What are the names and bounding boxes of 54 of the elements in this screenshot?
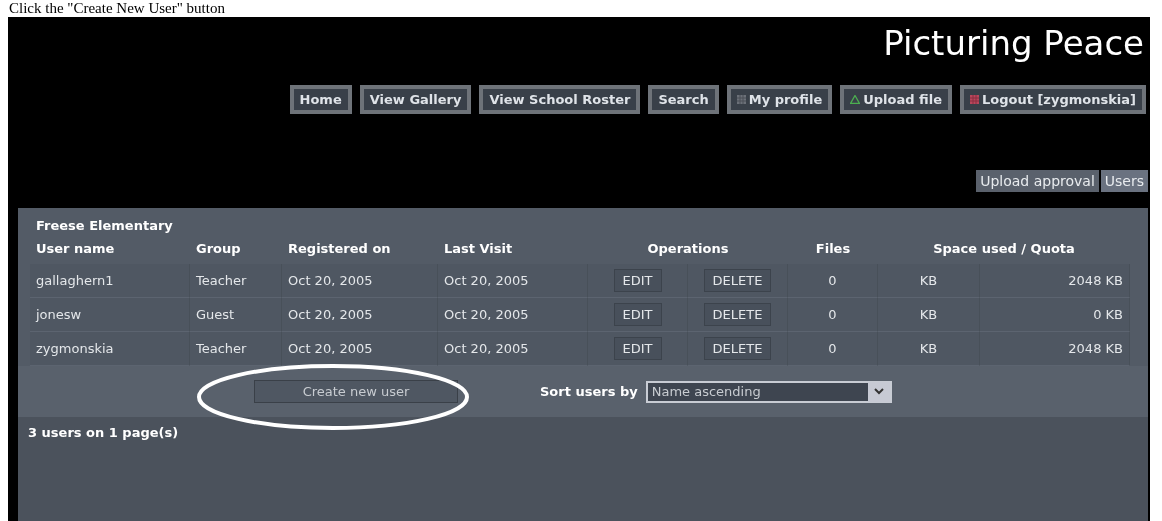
create-user-button[interactable]: Create new user (254, 380, 458, 403)
table-cell: KB (878, 298, 980, 332)
table-cell: Teacher (190, 332, 282, 366)
table-cell: Oct 20, 2005 (438, 332, 588, 366)
square-icon (969, 95, 979, 104)
table-cell: 2048 KB (980, 264, 1130, 298)
caption-text: Click the "Create New User" button (8, 0, 226, 17)
table-cell: KB (878, 264, 980, 298)
column-header: Space used / Quota (932, 240, 1076, 258)
table-cell: 0 (788, 332, 878, 366)
column-header: Group (195, 240, 242, 258)
delete-button[interactable]: DELETE (703, 303, 772, 326)
grid-icon (736, 95, 746, 104)
table-cell: KB (878, 332, 980, 366)
status-text: 3 users on 1 page(s) (18, 417, 1148, 521)
column-header: Last Visit (443, 240, 514, 258)
column-header: User name (35, 240, 116, 258)
table-cell: gallaghern1 (30, 264, 190, 298)
nav-button[interactable]: Search (648, 85, 719, 114)
nav-button[interactable]: View School Roster (479, 85, 641, 114)
table-cell: 0 KB (980, 298, 1130, 332)
nav-button[interactable]: Upload file (840, 85, 952, 114)
table-cell: 0 (788, 298, 878, 332)
edit-button[interactable]: EDIT (613, 303, 662, 326)
column-header: Files (814, 240, 852, 258)
column-header: Operations (646, 240, 730, 258)
sort-dropdown[interactable]: Name ascending (645, 380, 892, 403)
table-cell: zygmonskia (30, 332, 190, 366)
table-cell: 2048 KB (980, 332, 1130, 366)
table-cell: Oct 20, 2005 (282, 264, 438, 298)
caret-icon (873, 388, 884, 395)
table-cell: Guest (190, 298, 282, 332)
nav-button[interactable]: Logout [zygmonskia] (959, 85, 1146, 114)
table-cell: Oct 20, 2005 (282, 332, 438, 366)
table-cell: Oct 20, 2005 (438, 264, 588, 298)
triangle-icon (850, 95, 861, 104)
edit-button[interactable]: EDIT (613, 337, 662, 360)
table-cell: Oct 20, 2005 (438, 298, 588, 332)
nav-button[interactable]: My profile (726, 85, 833, 114)
table-cell: Oct 20, 2005 (282, 298, 438, 332)
sort-label: Sort users by (540, 384, 638, 399)
table-cell: 0 (788, 264, 878, 298)
table-cell: jonesw (30, 298, 190, 332)
nav-button[interactable]: View Gallery (359, 85, 472, 114)
column-header: Registered on (287, 240, 392, 258)
site-title: Picturing Peace (883, 22, 1145, 63)
tab[interactable]: Upload approval (976, 170, 1099, 192)
delete-button[interactable]: DELETE (703, 337, 772, 360)
tab[interactable]: Users (1100, 170, 1148, 192)
school-name: Freese Elementary (35, 217, 174, 233)
table-cell: Teacher (190, 264, 282, 298)
edit-button[interactable]: EDIT (613, 269, 662, 292)
delete-button[interactable]: DELETE (703, 269, 772, 292)
nav-button[interactable]: Home (289, 85, 352, 114)
